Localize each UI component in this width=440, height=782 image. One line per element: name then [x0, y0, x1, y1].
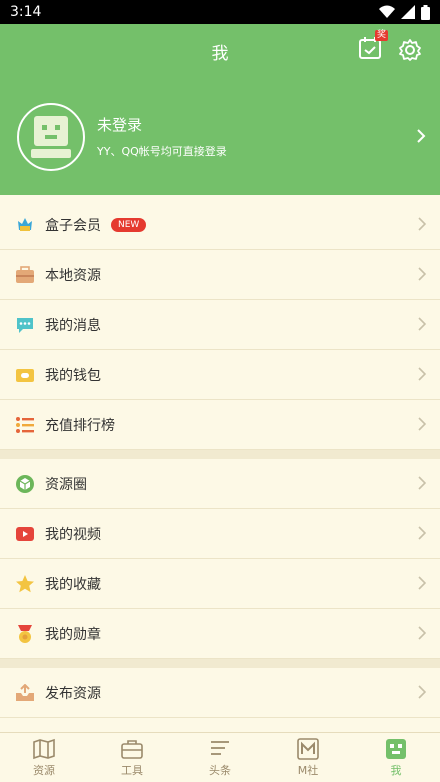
upload-tray-icon [14, 682, 36, 704]
profile-card[interactable]: 未登录 YY、QQ帐号均可直接登录 [0, 78, 440, 195]
tab-m-community[interactable]: M社 [264, 733, 352, 782]
menu-item-messages[interactable]: 我的消息 [0, 300, 440, 350]
menu-item-wallet[interactable]: 我的钱包 [0, 350, 440, 400]
message-icon [14, 314, 36, 336]
wifi-icon [379, 5, 395, 18]
default-avatar-icon [31, 115, 71, 158]
section-divider [0, 659, 440, 668]
chevron-right-icon [418, 317, 426, 331]
play-icon [14, 523, 36, 545]
app-bar: 我 奖 [0, 24, 440, 78]
tab-label: 资源 [33, 763, 55, 777]
tab-label: 头条 [209, 763, 231, 777]
map-icon [33, 738, 55, 759]
sign-badge: 奖 [374, 30, 388, 41]
menu-item-recharge-ranking[interactable]: 充值排行榜 [0, 400, 440, 450]
menu-item-videos[interactable]: 我的视频 [0, 509, 440, 559]
chevron-right-icon [417, 129, 426, 143]
battery-icon [421, 4, 430, 20]
avatar[interactable] [17, 102, 85, 171]
tab-me[interactable]: 我 [352, 733, 440, 782]
tab-label: 工具 [121, 763, 143, 777]
menu-group-1: 盒子会员 NEW 本地资源 我的消息 我的钱包 充值排行榜 资源圈 我的视频 我… [0, 200, 440, 718]
menu-item-resource-circle[interactable]: 资源圈 [0, 459, 440, 509]
signal-icon [401, 5, 415, 19]
menu-label: 我的消息 [45, 317, 101, 334]
chevron-right-icon [418, 476, 426, 490]
robot-face-icon [386, 738, 406, 759]
menu-label: 本地资源 [45, 267, 101, 284]
star-icon [14, 573, 36, 595]
chevron-right-icon [418, 417, 426, 431]
section-divider [0, 450, 440, 459]
menu-label: 资源圈 [45, 476, 87, 493]
profile-name: 未登录 [97, 116, 143, 134]
chevron-right-icon [418, 526, 426, 540]
login-hint: YY、QQ帐号均可直接登录 [97, 145, 227, 158]
chevron-right-icon [418, 217, 426, 231]
toolbox-icon [14, 264, 36, 286]
menu-item-publish[interactable]: 发布资源 [0, 668, 440, 718]
lines-icon [211, 740, 229, 755]
chevron-right-icon [418, 685, 426, 699]
menu-label: 盒子会员 [45, 217, 101, 234]
new-badge: NEW [111, 217, 147, 232]
menu-item-local-resources[interactable]: 本地资源 [0, 250, 440, 300]
menu-item-vip[interactable]: 盒子会员 NEW [0, 200, 440, 250]
vip-icon [14, 214, 36, 236]
tab-tools[interactable]: 工具 [88, 733, 176, 782]
tab-resources[interactable]: 资源 [0, 733, 88, 782]
medal-icon [14, 623, 36, 645]
menu-item-favorites[interactable]: 我的收藏 [0, 559, 440, 609]
menu-label: 我的勋章 [45, 626, 101, 643]
page-title: 我 [211, 43, 229, 64]
chevron-right-icon [418, 267, 426, 281]
m-logo-icon [297, 737, 319, 760]
chevron-right-icon [418, 626, 426, 640]
briefcase-icon [121, 739, 143, 759]
status-bar: 3:14 [0, 0, 440, 24]
menu-label: 发布资源 [45, 685, 101, 702]
list-icon [14, 414, 36, 436]
tab-label: 我 [390, 763, 402, 777]
tab-headlines[interactable]: 头条 [176, 733, 264, 782]
menu-label: 我的钱包 [45, 367, 101, 384]
cube-icon [14, 473, 36, 495]
menu-label: 我的收藏 [45, 576, 101, 593]
menu-label: 充值排行榜 [45, 417, 115, 434]
bottom-tab-bar: 资源 工具 头条 M社 我 [0, 732, 440, 782]
daily-sign-button[interactable]: 奖 [358, 30, 388, 64]
chevron-right-icon [418, 576, 426, 590]
menu-label: 我的视频 [45, 526, 101, 543]
wallet-icon [14, 364, 36, 386]
chevron-right-icon [418, 367, 426, 381]
gear-icon[interactable] [398, 38, 422, 62]
menu-item-medals[interactable]: 我的勋章 [0, 609, 440, 659]
status-time: 3:14 [10, 4, 42, 20]
tab-label: M社 [297, 763, 319, 777]
